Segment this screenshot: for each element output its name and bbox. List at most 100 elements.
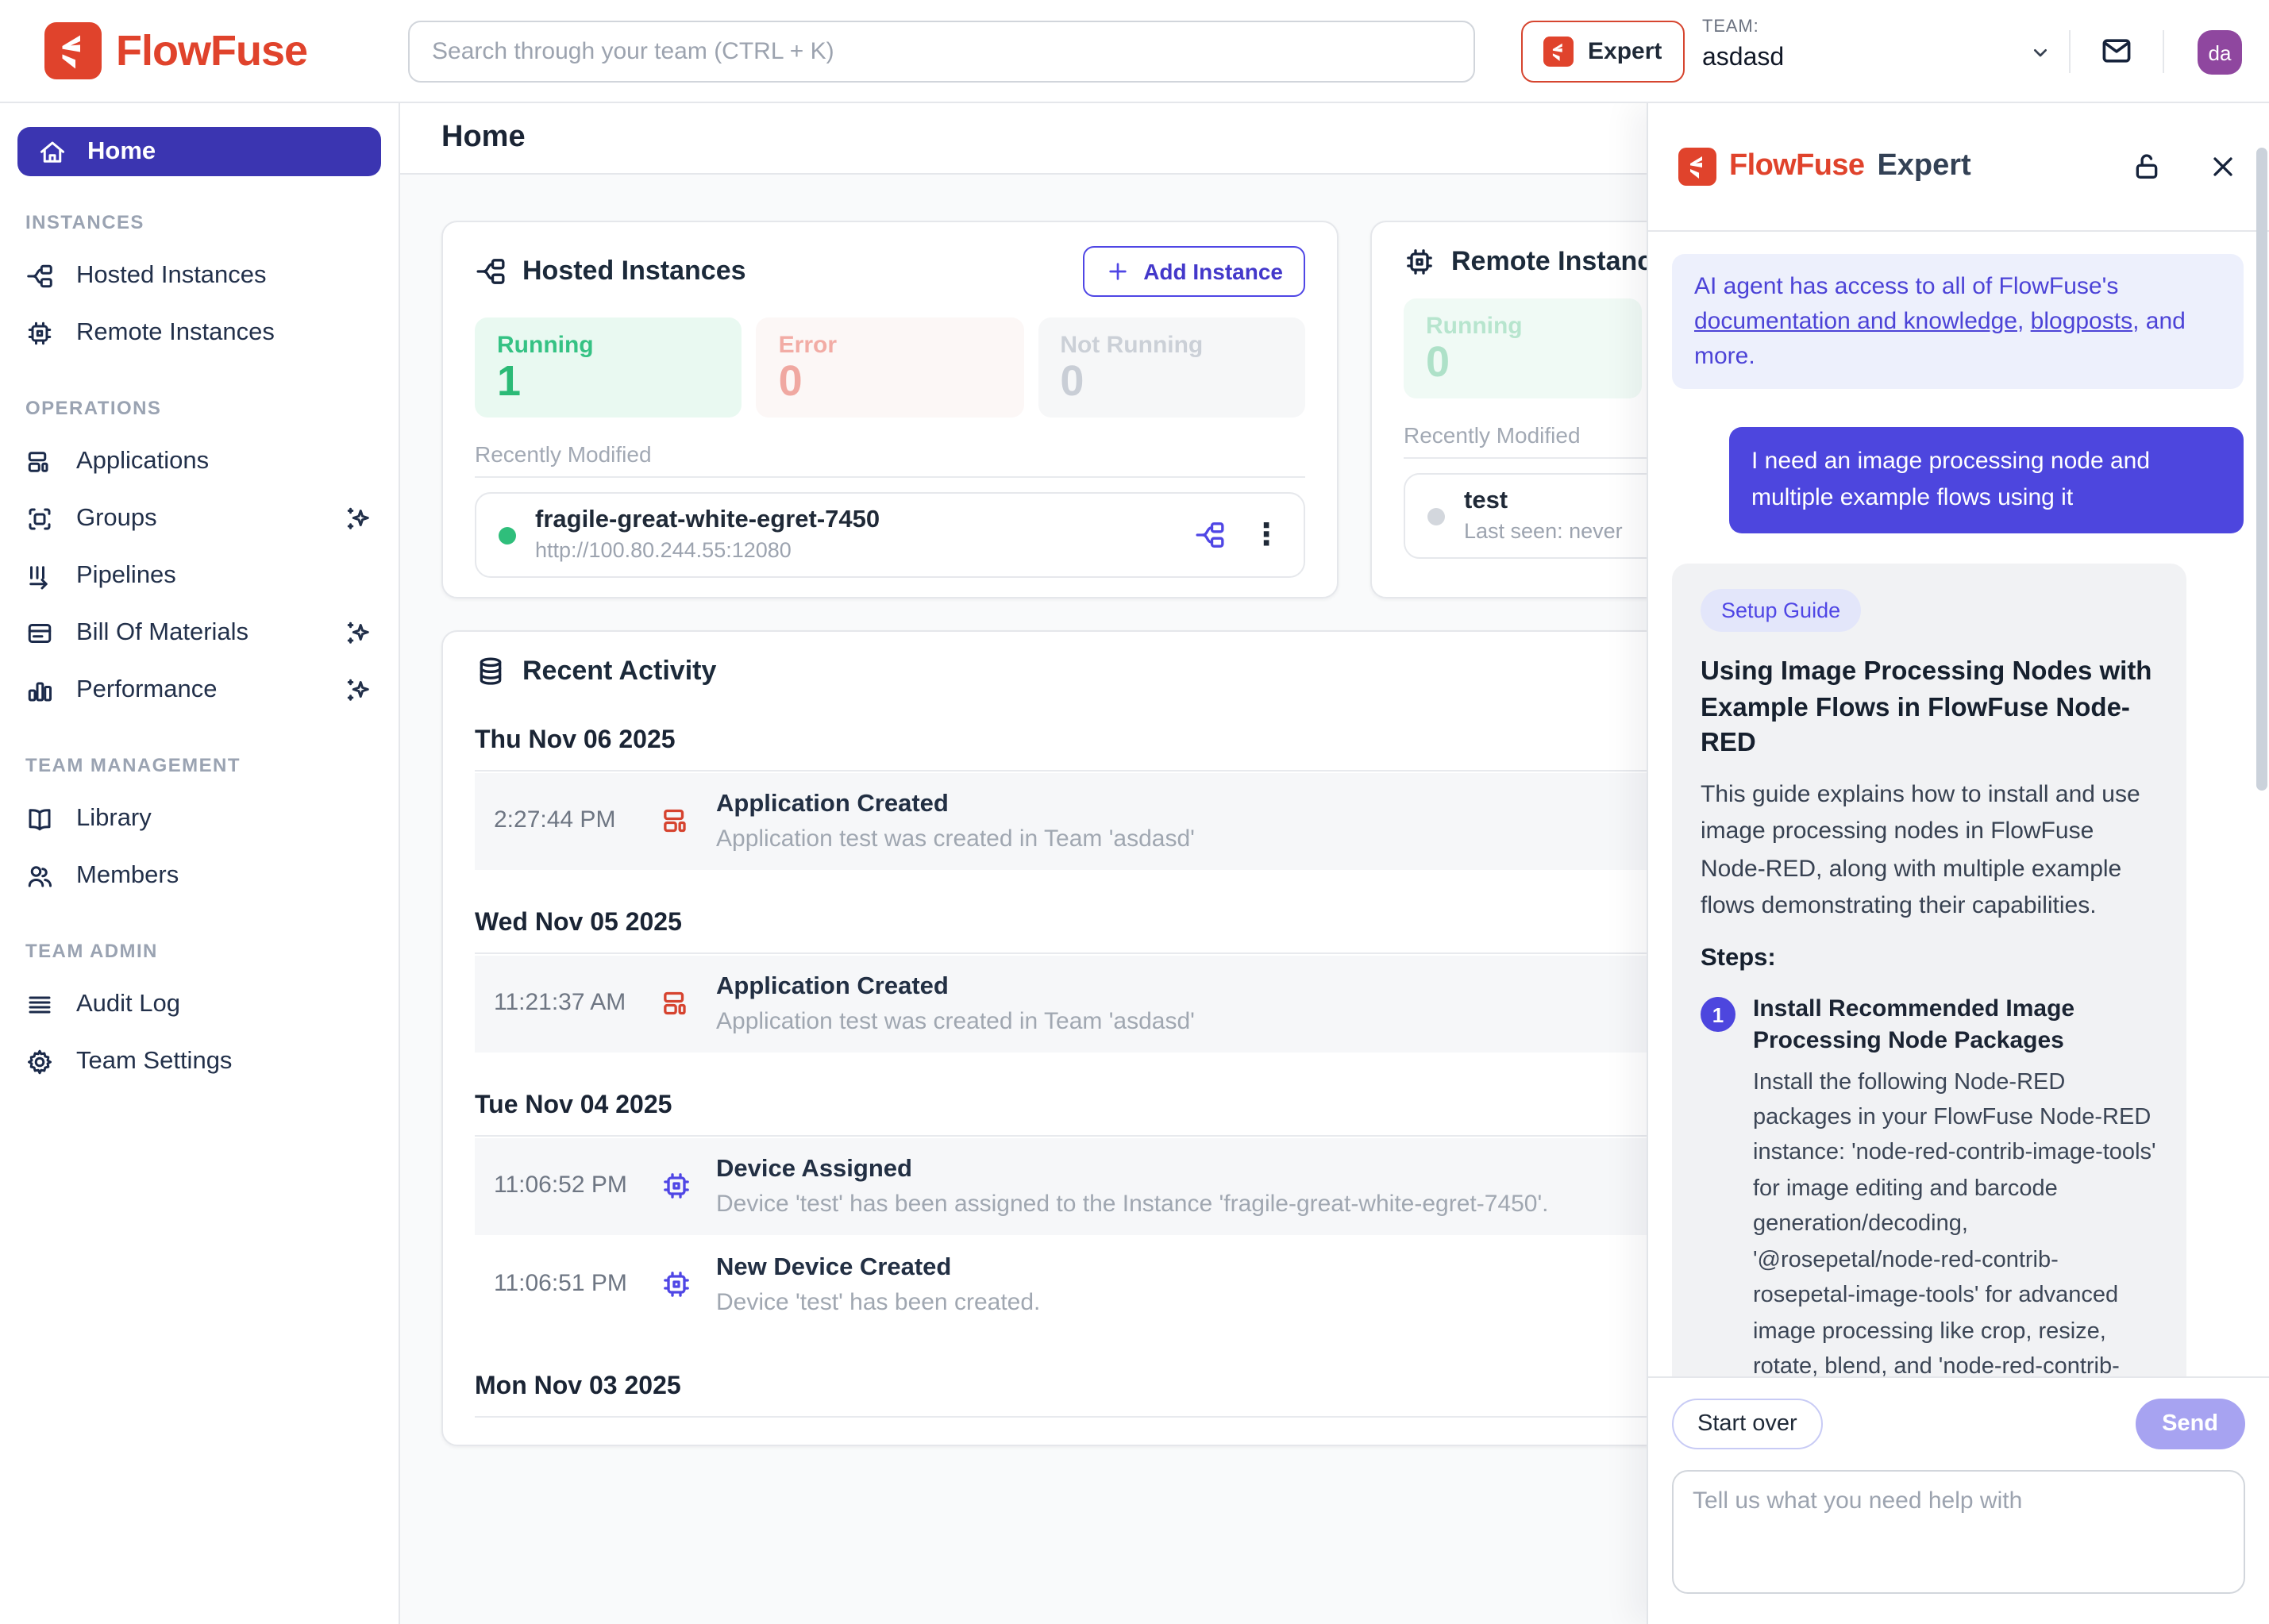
instance-row[interactable]: fragile-great-white-egret-7450 http://10… <box>475 492 1305 578</box>
stat-tile-not-running: Not Running 0 <box>1038 317 1305 418</box>
stat-label: Running <box>497 332 720 359</box>
sidebar-item-applications[interactable]: Applications <box>0 433 399 491</box>
activity-title: New Device Created <box>716 1254 1040 1283</box>
team-label: TEAM: <box>1702 17 1784 40</box>
sidebar-item-members[interactable]: Members <box>0 848 399 905</box>
activity-time: 11:21:37 AM <box>494 973 637 1016</box>
card-title: Recent Activity <box>522 656 716 687</box>
sidebar-item-audit-log[interactable]: Audit Log <box>0 976 399 1033</box>
chat-messages[interactable]: AI agent has access to all of FlowFuse's… <box>1648 232 2269 1376</box>
sidebar-item-remote-instances[interactable]: Remote Instances <box>0 305 399 362</box>
sidebar-item-team-settings[interactable]: Team Settings <box>0 1033 399 1091</box>
status-dot-offline <box>1427 507 1445 525</box>
guide-step: 1 Install Recommended Image Processing N… <box>1701 994 2158 1376</box>
activity-row[interactable]: 11:21:37 AM Application Created Applicat… <box>475 956 1648 1053</box>
add-instance-button[interactable]: Add Instance <box>1083 246 1305 297</box>
divider <box>475 1135 1648 1137</box>
stat-label: Not Running <box>1060 332 1283 359</box>
sidebar-item-library[interactable]: Library <box>0 791 399 848</box>
hosted-instances-icon <box>475 256 507 287</box>
divider <box>475 1416 1648 1418</box>
mail-icon[interactable] <box>2099 33 2134 68</box>
activity-description: Application test was created in Team 'as… <box>716 1008 1195 1035</box>
expert-panel: FlowFuse Expert AI agent has access to a… <box>1647 103 2269 1624</box>
steps-label: Steps: <box>1701 945 2158 973</box>
stat-label: Running <box>1426 313 1620 340</box>
app-window: FlowFuse Expert TEAM: asdasd da Home INS… <box>0 0 2269 1624</box>
stat-value: 1 <box>497 360 720 403</box>
instance-name: fragile-great-white-egret-7450 <box>535 505 880 537</box>
application-icon <box>661 805 692 837</box>
sidebar-item-groups[interactable]: Groups <box>0 491 399 548</box>
sidebar-item-label: Pipelines <box>76 562 176 591</box>
stat-tile-error: Error 0 <box>757 317 1024 418</box>
chat-footer: Start over Send <box>1648 1376 2269 1624</box>
team-selector[interactable]: TEAM: asdasd <box>1702 17 1784 75</box>
top-header: FlowFuse Expert TEAM: asdasd da <box>0 0 2269 103</box>
avatar[interactable]: da <box>2198 30 2242 75</box>
send-button[interactable]: Send <box>2135 1399 2245 1449</box>
chat-input[interactable] <box>1672 1470 2245 1594</box>
sidebar-item-pipelines[interactable]: Pipelines <box>0 548 399 605</box>
library-icon <box>25 805 54 833</box>
header-divider <box>2069 30 2071 73</box>
guide-heading: Using Image Processing Nodes with Exampl… <box>1701 655 2158 761</box>
search-input[interactable] <box>408 21 1475 83</box>
step-body: Install the following Node-RED packages … <box>1753 1064 2158 1376</box>
card-title: Hosted Instances <box>522 256 746 287</box>
instance-name: test <box>1464 486 1623 518</box>
user-message-bubble: I need an image processing node and mult… <box>1729 428 2244 534</box>
activity-row[interactable]: 11:06:52 PM Device Assigned Device 'test… <box>475 1138 1648 1235</box>
dashboard: Hosted Instances Add Instance Running 1 … <box>400 176 1648 1624</box>
stat-tile-running: Running 0 <box>1404 298 1642 398</box>
lock-open-icon[interactable] <box>2131 151 2163 183</box>
scrollbar-thumb[interactable] <box>2256 148 2267 791</box>
members-icon <box>25 862 54 891</box>
stat-value: 0 <box>1426 341 1620 384</box>
instance-row[interactable]: test Last seen: never <box>1404 473 1648 559</box>
hosted-instances-icon <box>25 262 54 291</box>
activity-date: Tue Nov 04 2025 <box>475 1092 1648 1121</box>
sidebar-item-label: Library <box>76 805 152 833</box>
kebab-menu-icon[interactable]: ⋮ <box>1251 520 1281 550</box>
instance-url: http://100.80.244.55:12080 <box>535 537 880 565</box>
page-title: Home <box>441 121 526 156</box>
documentation-link[interactable]: documentation and knowledge <box>1694 308 2017 335</box>
remote-instances-card: Remote Instances Running 0 Recently Modi… <box>1370 221 1648 598</box>
divider <box>475 952 1648 954</box>
guide-intro: This guide explains how to install and u… <box>1701 776 2158 924</box>
expert-button-label: Expert <box>1588 38 1662 65</box>
sidebar-item-label: Home <box>87 137 156 166</box>
recently-modified-label: Recently Modified <box>1404 422 1648 448</box>
activity-row[interactable]: 11:06:51 PM New Device Created Device 't… <box>475 1237 1648 1333</box>
expert-button[interactable]: Expert <box>1521 21 1684 83</box>
flowfuse-logo[interactable]: FlowFuse <box>44 22 307 79</box>
stat-tile-running: Running 1 <box>475 317 742 418</box>
step-title: Install Recommended Image Processing Nod… <box>1753 994 2158 1058</box>
chevron-down-icon[interactable] <box>2028 40 2053 65</box>
activity-row[interactable]: 2:27:44 PM Application Created Applicati… <box>475 773 1648 870</box>
sidebar-item-label: Members <box>76 862 179 891</box>
divider <box>1404 457 1648 459</box>
activity-title: Device Assigned <box>716 1156 1549 1184</box>
remote-instances-icon <box>1404 246 1435 278</box>
activity-title: Application Created <box>716 973 1195 1002</box>
brand-name: FlowFuse <box>116 26 307 75</box>
open-instance-icon[interactable] <box>1194 519 1226 551</box>
notice-text: AI agent has access to all of FlowFuse's <box>1694 273 2118 300</box>
sidebar-item-hosted-instances[interactable]: Hosted Instances <box>0 248 399 305</box>
blogposts-link[interactable]: blogposts <box>2031 308 2132 335</box>
sidebar-item-home[interactable]: Home <box>17 127 381 176</box>
sidebar-item-performance[interactable]: Performance <box>0 662 399 719</box>
pipelines-icon <box>25 562 54 591</box>
activity-description: Device 'test' has been created. <box>716 1289 1040 1316</box>
gear-icon <box>25 1048 54 1076</box>
start-over-button[interactable]: Start over <box>1672 1399 1823 1449</box>
close-icon[interactable] <box>2207 151 2239 183</box>
activity-date: Thu Nov 06 2025 <box>475 727 1648 756</box>
sidebar-item-label: Hosted Instances <box>76 262 267 291</box>
recent-activity-card: Recent Activity Thu Nov 06 2025 2:27:44 … <box>441 630 1648 1446</box>
device-icon <box>661 1268 692 1300</box>
sidebar-item-bill-of-materials[interactable]: Bill Of Materials <box>0 605 399 662</box>
activity-time: 11:06:52 PM <box>494 1156 637 1199</box>
